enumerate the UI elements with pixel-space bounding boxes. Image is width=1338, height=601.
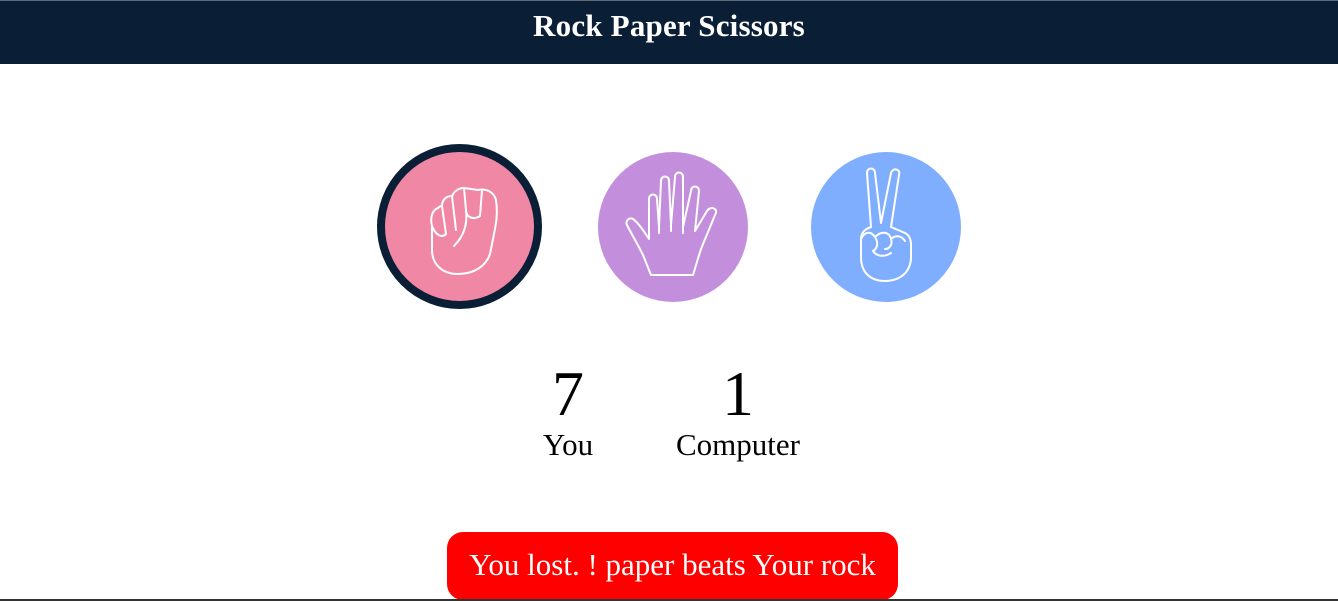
user-score-label: You [542, 427, 594, 462]
app-header: Rock Paper Scissors [0, 0, 1338, 64]
computer-score-label: Computer [676, 427, 800, 462]
computer-score-value: 1 [722, 358, 754, 429]
fist-icon [429, 186, 498, 275]
result-message-text: You lost. ! paper beats Your rock [469, 547, 876, 582]
peace-sign-hand-icon [860, 167, 912, 282]
open-hand-icon [625, 171, 717, 276]
rock-choice-button[interactable] [377, 144, 542, 309]
user-score: 7 You [528, 362, 608, 462]
result-message: You lost. ! paper beats Your rock [447, 532, 898, 600]
paper-choice-button[interactable] [598, 152, 748, 302]
page-title: Rock Paper Scissors [533, 7, 805, 43]
scissors-choice-button[interactable] [811, 152, 961, 302]
computer-score: 1 Computer [668, 362, 808, 462]
user-score-value: 7 [552, 358, 584, 429]
